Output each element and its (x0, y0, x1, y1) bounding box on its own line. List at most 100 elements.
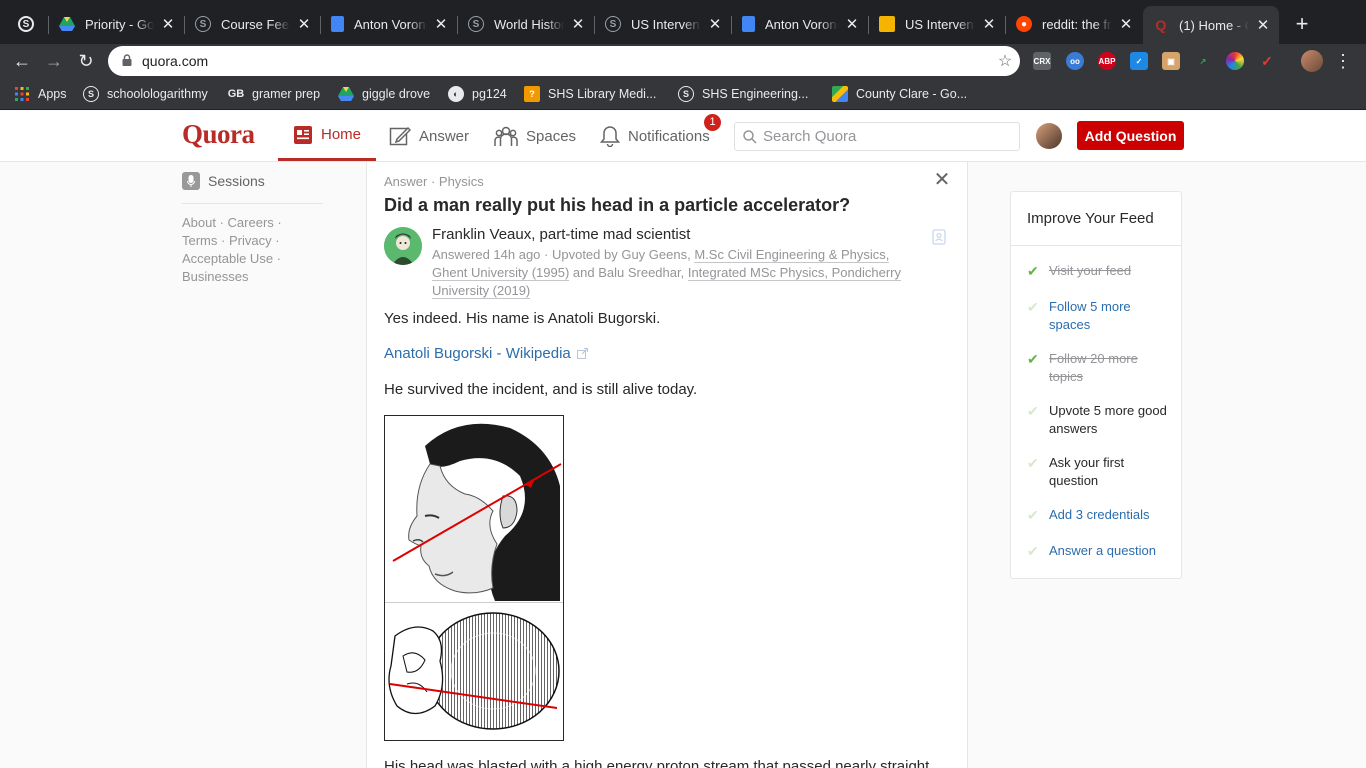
nav-answer[interactable]: Answer (389, 111, 469, 161)
feed-task-visit-feed[interactable]: ✔ Visit your feed (1027, 262, 1169, 280)
close-tab-icon[interactable]: ✕ (981, 15, 997, 33)
bookmark-icon[interactable] (931, 229, 947, 247)
breadcrumb[interactable]: Answer · Physics (384, 174, 484, 189)
author-avatar[interactable] (384, 227, 422, 265)
browser-tab[interactable]: ● reddit: the front page ✕ (1006, 8, 1142, 40)
search-input[interactable]: Search Quora (734, 122, 1020, 151)
url-text: quora.com (142, 53, 209, 69)
checkmark-icon: ✔ (1027, 455, 1039, 471)
maps-icon (832, 86, 848, 102)
nav-notifications-label: Notifications (628, 127, 710, 145)
drive-icon (338, 86, 354, 102)
back-button[interactable]: ← (9, 48, 35, 74)
browser-tab[interactable]: S World History ✕ (458, 8, 594, 40)
close-tab-icon[interactable]: ✕ (844, 15, 860, 33)
user-avatar[interactable] (1036, 123, 1062, 149)
close-icon[interactable]: ✕ (933, 170, 951, 190)
browser-tab[interactable]: Priority - Google Drive ✕ (49, 8, 184, 40)
question-title[interactable]: Did a man really put his head in a parti… (384, 195, 850, 216)
browser-tab[interactable]: US Intervention ✕ (869, 8, 1005, 40)
feed-task-answer-question[interactable]: ✔ Answer a question (1027, 542, 1179, 560)
color-extension-icon[interactable] (1226, 52, 1244, 70)
improve-feed-panel: Improve Your Feed ✔ Visit your feed ✔ Fo… (1010, 191, 1182, 579)
browser-tab-active[interactable]: Q (1) Home - Quora ✕ (1143, 6, 1279, 44)
feed-task-upvote-answers[interactable]: ✔ Upvote 5 more good answers (1027, 402, 1169, 438)
privacy-link[interactable]: Privacy (229, 233, 272, 248)
feed-task-label: Visit your feed (1049, 263, 1132, 278)
external-link-icon (576, 348, 588, 359)
acceptable-use-link[interactable]: Acceptable Use (182, 251, 273, 266)
nav-spaces[interactable]: Spaces (494, 111, 576, 161)
reload-button[interactable]: ↻ (73, 48, 99, 74)
extension-icon[interactable]: ✓ (1258, 52, 1276, 70)
browser-tab[interactable]: S (8, 8, 48, 40)
bookmark-item[interactable]: S schoolologarithmy (83, 85, 208, 103)
feed-task-label: Answer a question (1049, 543, 1156, 558)
browser-tab[interactable]: S US Intervention ✕ (595, 8, 731, 40)
feed-task-follow-topics[interactable]: ✔ Follow 20 more topics (1027, 350, 1169, 386)
home-feed-icon (293, 125, 313, 145)
feed-task-ask-question[interactable]: ✔ Ask your first question (1027, 454, 1169, 490)
bookmark-item[interactable]: County Clare - Go... (832, 85, 967, 103)
search-icon (743, 129, 757, 144)
address-bar[interactable]: quora.com ☆ (108, 46, 1020, 76)
divider (182, 203, 323, 204)
tab-title: reddit: the front page (1042, 16, 1112, 32)
feed-task-label: Add 3 credentials (1049, 507, 1150, 522)
sessions-link[interactable]: Sessions (182, 172, 265, 190)
close-tab-icon[interactable]: ✕ (433, 15, 449, 33)
browser-tab[interactable]: Anton Voronov ✕ (321, 8, 457, 40)
extension-icon[interactable]: ↗ (1194, 52, 1212, 70)
forward-button[interactable]: → (41, 48, 67, 74)
browser-toolbar: ← → ↻ quora.com ☆ CRX oo ABP ✓ ▣ ↗ ✓ ⋮ (0, 44, 1366, 78)
bookmark-item[interactable]: giggle drove (338, 85, 430, 103)
bookmark-item[interactable]: ? SHS Library Medi... (524, 85, 656, 103)
nav-spaces-label: Spaces (526, 127, 577, 145)
new-tab-button[interactable]: + (1290, 12, 1314, 36)
close-tab-icon[interactable]: ✕ (1255, 16, 1271, 34)
adblock-extension-icon[interactable]: ABP (1098, 52, 1116, 70)
author-name[interactable]: Franklin Veaux, part-time mad scientist (432, 226, 690, 243)
globe-icon: ◐ (448, 86, 464, 102)
extension-icon[interactable]: ✓ (1130, 52, 1148, 70)
extension-icon[interactable]: ▣ (1162, 52, 1180, 70)
nav-notifications[interactable]: Notifications (600, 111, 710, 161)
owl-extension-icon[interactable]: oo (1066, 52, 1084, 70)
about-link[interactable]: About (182, 215, 216, 230)
profile-avatar[interactable] (1301, 50, 1323, 72)
bookmark-item[interactable]: S SHS Engineering... (678, 85, 808, 103)
add-question-button[interactable]: Add Question (1077, 121, 1184, 150)
close-tab-icon[interactable]: ✕ (296, 15, 312, 33)
feed-task-add-credentials[interactable]: ✔ Add 3 credentials (1027, 506, 1179, 524)
close-tab-icon[interactable]: ✕ (160, 15, 176, 33)
lock-icon (112, 53, 142, 69)
close-tab-icon[interactable]: ✕ (707, 15, 723, 33)
crx-extension-icon[interactable]: CRX (1033, 52, 1051, 70)
checkmark-icon: ✔ (1027, 299, 1039, 315)
feed-task-label: Ask your first question (1049, 455, 1125, 488)
wikipedia-link[interactable]: Anatoli Bugorski - Wikipedia (384, 345, 588, 362)
bookmark-item[interactable]: GB gramer prep (228, 85, 320, 103)
bookmark-item[interactable]: ◐ pg124 (448, 85, 507, 103)
terms-link[interactable]: Terms (182, 233, 217, 248)
quora-logo[interactable]: Quora (182, 119, 255, 150)
bookmark-item[interactable]: Apps (14, 85, 67, 103)
answer-meta: Answered 14h ago · Upvoted by Guy Geens,… (432, 246, 912, 300)
menu-kebab-icon[interactable]: ⋮ (1334, 50, 1352, 72)
tab-title: Course Feed (221, 16, 290, 32)
s-icon: S (83, 86, 99, 102)
feed-task-follow-spaces[interactable]: ✔ Follow 5 more spaces (1027, 298, 1169, 334)
bookmark-star-icon[interactable]: ☆ (990, 51, 1020, 71)
careers-link[interactable]: Careers (228, 215, 274, 230)
browser-tab[interactable]: S Course Feed ✕ (185, 8, 320, 40)
businesses-link[interactable]: Businesses (182, 269, 248, 284)
bookmark-label: gramer prep (252, 87, 321, 101)
browser-tab[interactable]: Anton Voronov ✕ (732, 8, 868, 40)
bugorski-illustration-image[interactable] (384, 415, 564, 741)
reddit-icon: ● (1016, 16, 1032, 32)
answer-text: Yes indeed. His name is Anatoli Bugorski… (384, 310, 661, 327)
search-placeholder: Search Quora (763, 128, 857, 145)
close-tab-icon[interactable]: ✕ (570, 15, 586, 33)
nav-home[interactable]: Home (278, 111, 377, 161)
close-tab-icon[interactable]: ✕ (1118, 15, 1134, 33)
